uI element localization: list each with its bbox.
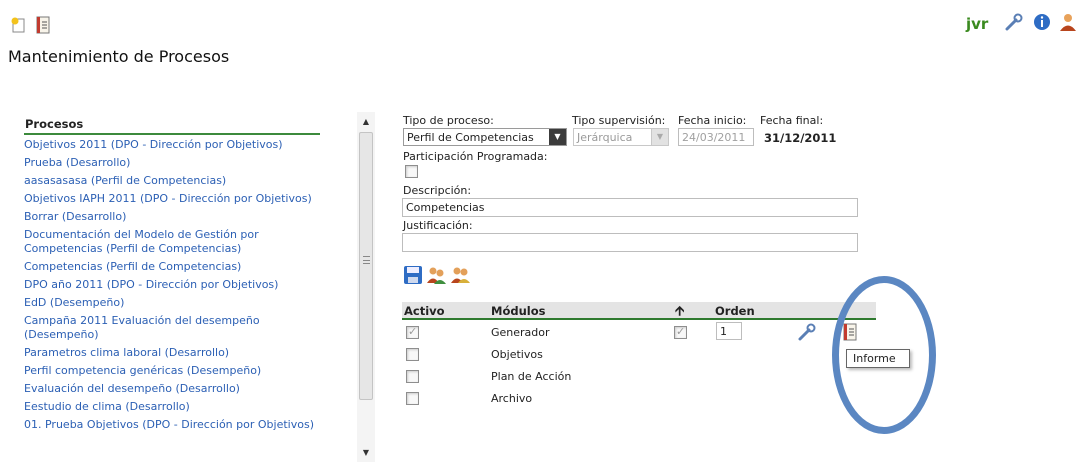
- list-item[interactable]: EdD (Desempeño): [24, 296, 324, 310]
- user-code[interactable]: jvr: [966, 15, 988, 33]
- list-item[interactable]: Prueba (Desarrollo): [24, 156, 324, 170]
- list-item[interactable]: Campaña 2011 Evaluación del desempeño (D…: [24, 314, 324, 342]
- highlight-ellipse: [832, 276, 936, 434]
- participacion-checkbox[interactable]: [405, 165, 418, 178]
- scroll-up-arrow-icon[interactable]: ▲: [357, 116, 375, 128]
- fecha-final-label: Fecha final:: [760, 114, 824, 127]
- list-item[interactable]: Evaluación del desempeño (Desarrollo): [24, 382, 324, 396]
- chevron-down-icon[interactable]: ▼: [549, 129, 566, 145]
- chevron-down-icon[interactable]: ▼: [651, 129, 668, 145]
- user-icon[interactable]: [1058, 12, 1078, 32]
- tipo-proceso-label: Tipo de proceso:: [403, 114, 494, 127]
- info-icon[interactable]: [1032, 12, 1052, 32]
- orden-header: Orden: [715, 304, 755, 318]
- module-flag-checkbox[interactable]: [674, 325, 687, 339]
- sort-arrow-icon[interactable]: 🡩: [675, 302, 684, 324]
- participacion-label: Participación Programada:: [403, 150, 548, 163]
- list-scrollbar[interactable]: ▲ ▼: [357, 112, 375, 462]
- list-item[interactable]: Perfil competencia genéricas (Desempeño): [24, 364, 324, 378]
- wrench-icon[interactable]: [1004, 12, 1024, 32]
- modules-table-header: Activo Módulos 🡩 Orden: [402, 302, 876, 320]
- document-icon[interactable]: [34, 16, 52, 34]
- activo-checkbox[interactable]: [406, 348, 419, 361]
- activo-header: Activo: [404, 304, 445, 318]
- wrench-icon[interactable]: [797, 322, 817, 342]
- process-list: Objetivos 2011 (DPO - Dirección por Obje…: [24, 138, 324, 458]
- list-item[interactable]: Eestudio de clima (Desarrollo): [24, 400, 324, 414]
- fecha-final-field[interactable]: 31/12/2011: [760, 128, 838, 146]
- list-item[interactable]: Objetivos 2011 (DPO - Dirección por Obje…: [24, 138, 324, 152]
- descripcion-field[interactable]: Competencias: [402, 198, 858, 217]
- list-item[interactable]: aasasasasa (Perfil de Competencias): [24, 174, 324, 188]
- justificacion-field[interactable]: [402, 233, 858, 252]
- activo-checkbox[interactable]: [406, 325, 419, 339]
- modulo-name: Archivo: [491, 392, 533, 405]
- list-item[interactable]: Documentación del Modelo de Gestión por …: [24, 228, 324, 256]
- tipo-supervision-select[interactable]: Jerárquica ▼: [573, 128, 669, 146]
- justificacion-label: Justificación:: [403, 219, 473, 232]
- orden-field[interactable]: 1: [716, 322, 742, 340]
- modulo-name: Generador: [491, 326, 550, 339]
- modulos-header: Módulos: [491, 304, 546, 318]
- group-users-icon[interactable]: [450, 265, 470, 285]
- list-item[interactable]: Competencias (Perfil de Competencias): [24, 260, 324, 274]
- add-users-icon[interactable]: [426, 265, 446, 285]
- tipo-supervision-label: Tipo supervisión:: [572, 114, 666, 127]
- fecha-inicio-field[interactable]: 24/03/2011: [678, 128, 754, 146]
- save-icon[interactable]: [403, 265, 423, 285]
- tipo-proceso-select[interactable]: Perfil de Competencias ▼: [403, 128, 567, 146]
- list-item[interactable]: 01. Prueba Objetivos (DPO - Dirección po…: [24, 418, 324, 432]
- list-item[interactable]: Parametros clima laboral (Desarrollo): [24, 346, 324, 360]
- process-list-header: Procesos: [24, 117, 320, 135]
- activo-checkbox[interactable]: [406, 392, 419, 405]
- descripcion-label: Descripción:: [403, 184, 472, 197]
- scroll-down-arrow-icon[interactable]: ▼: [357, 447, 375, 459]
- list-item[interactable]: Borrar (Desarrollo): [24, 210, 324, 224]
- scroll-thumb[interactable]: [359, 132, 373, 400]
- modulo-name: Plan de Acción: [491, 370, 572, 383]
- fecha-inicio-label: Fecha inicio:: [678, 114, 747, 127]
- list-item[interactable]: Objetivos IAPH 2011 (DPO - Dirección por…: [24, 192, 324, 206]
- page-title: Mantenimiento de Procesos: [8, 47, 230, 66]
- activo-checkbox[interactable]: [406, 370, 419, 383]
- new-icon[interactable]: [10, 16, 28, 34]
- modulo-name: Objetivos: [491, 348, 543, 361]
- list-item[interactable]: DPO año 2011 (DPO - Dirección por Objeti…: [24, 278, 324, 292]
